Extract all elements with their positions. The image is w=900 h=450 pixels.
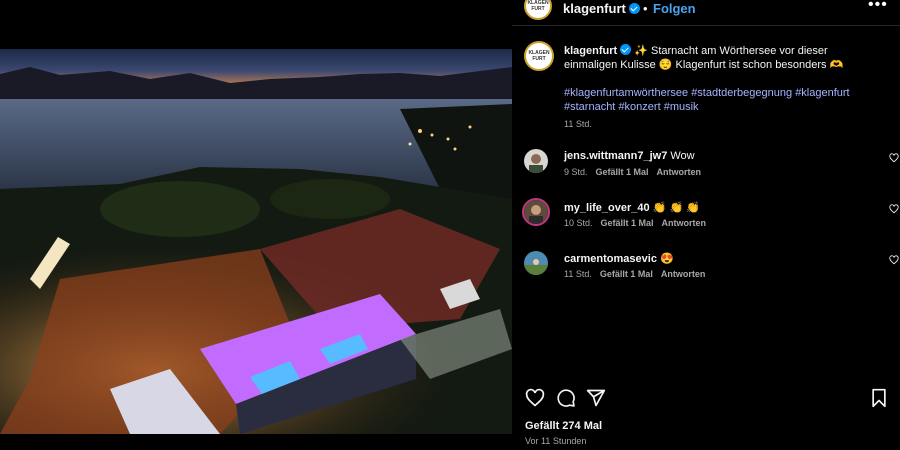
verified-badge-icon (628, 3, 640, 14)
caption-username[interactable]: klagenfurt (564, 45, 617, 57)
comment-username: my_life_over_40 👏 👏 👏 (564, 202, 700, 214)
commenter-avatar[interactable] (522, 198, 550, 226)
reply-button[interactable]: Antworten (661, 269, 706, 279)
comment-username: carmentomasevic 😍 (564, 253, 674, 265)
comment-likes[interactable]: Gefällt 1 Mal (596, 167, 649, 177)
follow-button[interactable]: Folgen (653, 1, 696, 16)
post-actions (524, 388, 894, 408)
comment-likes[interactable]: Gefällt 1 Mal (601, 218, 654, 228)
comment-item: my_life_over_40 👏 👏 👏 10 Std. Gefällt 1 M… (522, 198, 899, 240)
post-media[interactable] (0, 0, 512, 450)
heart-icon[interactable] (525, 388, 545, 408)
avatar-photo (524, 200, 548, 224)
comment-time[interactable]: 9 Std. (564, 167, 588, 177)
avatar-photo (524, 149, 548, 173)
heart-icon[interactable] (889, 255, 899, 265)
concert-aerial-image (0, 49, 512, 434)
more-options-icon[interactable]: ••• (868, 0, 888, 14)
caption-avatar[interactable]: KLAGEN FURT (524, 41, 554, 71)
comment-text: 😍 (660, 253, 674, 265)
comment-text: 👏 👏 👏 (652, 202, 700, 214)
concert-photo[interactable] (0, 49, 512, 434)
hashtag-link[interactable]: #konzert (618, 101, 660, 113)
comment-time[interactable]: 11 Std. (564, 269, 592, 279)
comment-time[interactable]: 10 Std. (564, 218, 593, 228)
comment-likes[interactable]: Gefällt 1 Mal (600, 269, 653, 279)
comment-item: jens.wittmann7_jw7 Wow 9 Std. Gefällt 1 M… (524, 149, 899, 189)
heart-icon[interactable] (889, 204, 899, 214)
caption-timestamp[interactable]: 11 Std. (564, 119, 592, 129)
post-header: KLAGEN FURT klagenfurt • Folgen ••• (512, 0, 900, 20)
commenter-avatar[interactable] (524, 149, 548, 173)
comment-icon[interactable] (556, 388, 576, 408)
like-count[interactable]: Gefällt 274 Mal (525, 420, 602, 432)
post-timestamp[interactable]: Vor 11 Stunden (525, 436, 586, 446)
hashtag-list: #klagenfurtamwörthersee #stadtderbegegnu… (564, 86, 876, 114)
city-logo-icon: KLAGEN FURT (528, 50, 550, 62)
header-divider (512, 25, 900, 26)
reply-button[interactable]: Antworten (662, 218, 707, 228)
comment-username: jens.wittmann7_jw7 Wow (564, 150, 695, 162)
share-icon[interactable] (586, 388, 606, 408)
hashtag-link[interactable]: #klagenfurt (795, 87, 849, 99)
hashtag-link[interactable]: #starnacht (564, 101, 615, 113)
reply-button[interactable]: Antworten (657, 167, 702, 177)
comment-text: Wow (670, 150, 695, 162)
comment-meta: 9 Std. Gefällt 1 Mal Antworten (564, 167, 709, 177)
hashtag-link[interactable]: #musik (664, 101, 699, 113)
comment-meta: 10 Std. Gefällt 1 Mal Antworten (564, 218, 714, 228)
comment-item: carmentomasevic 😍 11 Std. Gefällt 1 Mal An… (524, 251, 899, 291)
header-username[interactable]: klagenfurt (563, 1, 640, 16)
avatar-photo (524, 251, 548, 275)
header-separator: • (643, 1, 648, 16)
post-caption: klagenfurt ✨ Starnacht am Wörthersee vor… (564, 44, 876, 72)
hashtag-link[interactable]: #klagenfurtamwörthersee (564, 87, 688, 99)
comment-meta: 11 Std. Gefällt 1 Mal Antworten (564, 269, 713, 279)
post-side-panel: KLAGEN FURT klagenfurt • Folgen ••• KLAGE… (512, 0, 900, 450)
verified-badge-icon (620, 44, 632, 55)
heart-icon[interactable] (889, 153, 899, 163)
hashtag-link[interactable]: #stadtderbegegnung (691, 87, 792, 99)
commenter-avatar[interactable] (524, 251, 548, 275)
profile-avatar[interactable]: KLAGEN FURT (524, 0, 552, 20)
bookmark-icon[interactable] (869, 388, 889, 408)
city-logo-icon: KLAGEN FURT (527, 0, 549, 12)
